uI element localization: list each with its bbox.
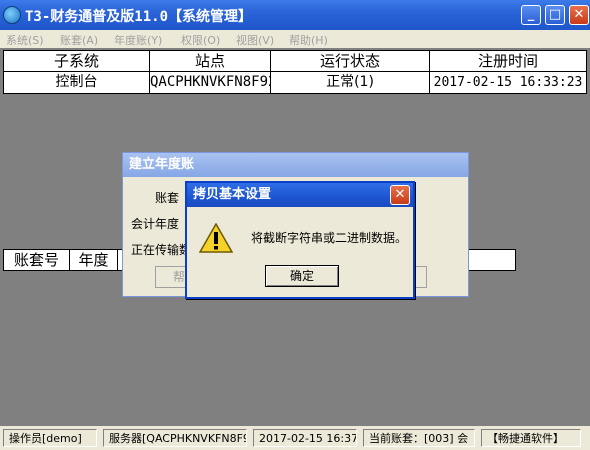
status-server: 服务器[QACPHKNVKFN8F92] <box>103 429 247 447</box>
close-button[interactable]: ✕ <box>569 5 589 25</box>
table-row[interactable]: 控制台 QACPHKNVKFN8F92 正常(1) 2017-02-15 16:… <box>4 72 586 93</box>
status-current-account: 当前账套：[003] 会 <box>363 429 475 447</box>
header-site[interactable]: 站点 <box>150 51 271 72</box>
warning-icon <box>199 223 233 253</box>
menu-bar: 系统(S) 账套(A) 年度账(Y) 权限(O) 视图(V) 帮助(H) <box>0 30 590 48</box>
subsystem-grid[interactable]: 子系统 站点 运行状态 注册时间 控制台 QACPHKNVKFN8F92 正常(… <box>3 50 587 94</box>
grid-header: 子系统 站点 运行状态 注册时间 <box>4 51 586 72</box>
menu-year-account[interactable]: 年度账(Y) <box>114 32 162 48</box>
status-brand: 【畅捷通软件】 <box>481 429 581 447</box>
message-text: 将截断字符串或二进制数据。 <box>251 231 408 245</box>
window-title: T3-财务通普及版11.0【系统管理】 <box>25 9 253 25</box>
account-label: 账套 <box>155 191 180 205</box>
header-subsystem[interactable]: 子系统 <box>4 51 150 72</box>
status-bar: 操作员[demo] 服务器[QACPHKNVKFN8F92] 2017-02-1… <box>0 426 590 450</box>
message-box-close-button[interactable]: ✕ <box>390 185 410 205</box>
header-year[interactable]: 年度 <box>70 250 118 270</box>
menu-help[interactable]: 帮助(H) <box>289 32 328 48</box>
minimize-button[interactable]: _ <box>521 5 541 25</box>
title-bar: T3-财务通普及版11.0【系统管理】 _ □ ✕ <box>0 0 590 30</box>
menu-view[interactable]: 视图(V) <box>236 32 274 48</box>
hidden-button-edge <box>413 266 427 288</box>
status-datetime: 2017-02-15 16:37 <box>253 429 357 447</box>
header-account-number[interactable]: 账套号 <box>4 250 70 270</box>
cell-status: 正常(1) <box>271 72 430 93</box>
header-register-time[interactable]: 注册时间 <box>430 51 586 72</box>
message-box: 拷贝基本设置 ✕ 将截断字符串或二进制数据。 确定 <box>185 181 415 299</box>
app-icon <box>3 6 21 24</box>
message-box-title: 拷贝基本设置 <box>187 183 413 207</box>
fiscal-year-label: 会计年度 <box>131 217 180 231</box>
ok-button[interactable]: 确定 <box>265 265 339 287</box>
status-operator: 操作员[demo] <box>3 429 97 447</box>
header-status[interactable]: 运行状态 <box>271 51 430 72</box>
cell-site: QACPHKNVKFN8F92 <box>150 72 271 93</box>
menu-account[interactable]: 账套(A) <box>60 32 98 48</box>
maximize-button[interactable]: □ <box>545 5 565 25</box>
cell-register-time: 2017-02-15 16:33:23 <box>433 75 583 90</box>
cell-subsystem: 控制台 <box>4 72 150 93</box>
menu-permission[interactable]: 权限(O) <box>181 32 220 48</box>
dialog-title: 建立年度账 <box>123 153 468 177</box>
menu-system[interactable]: 系统(S) <box>6 32 44 48</box>
transfer-progress-label: 正在传输数 <box>131 243 192 257</box>
